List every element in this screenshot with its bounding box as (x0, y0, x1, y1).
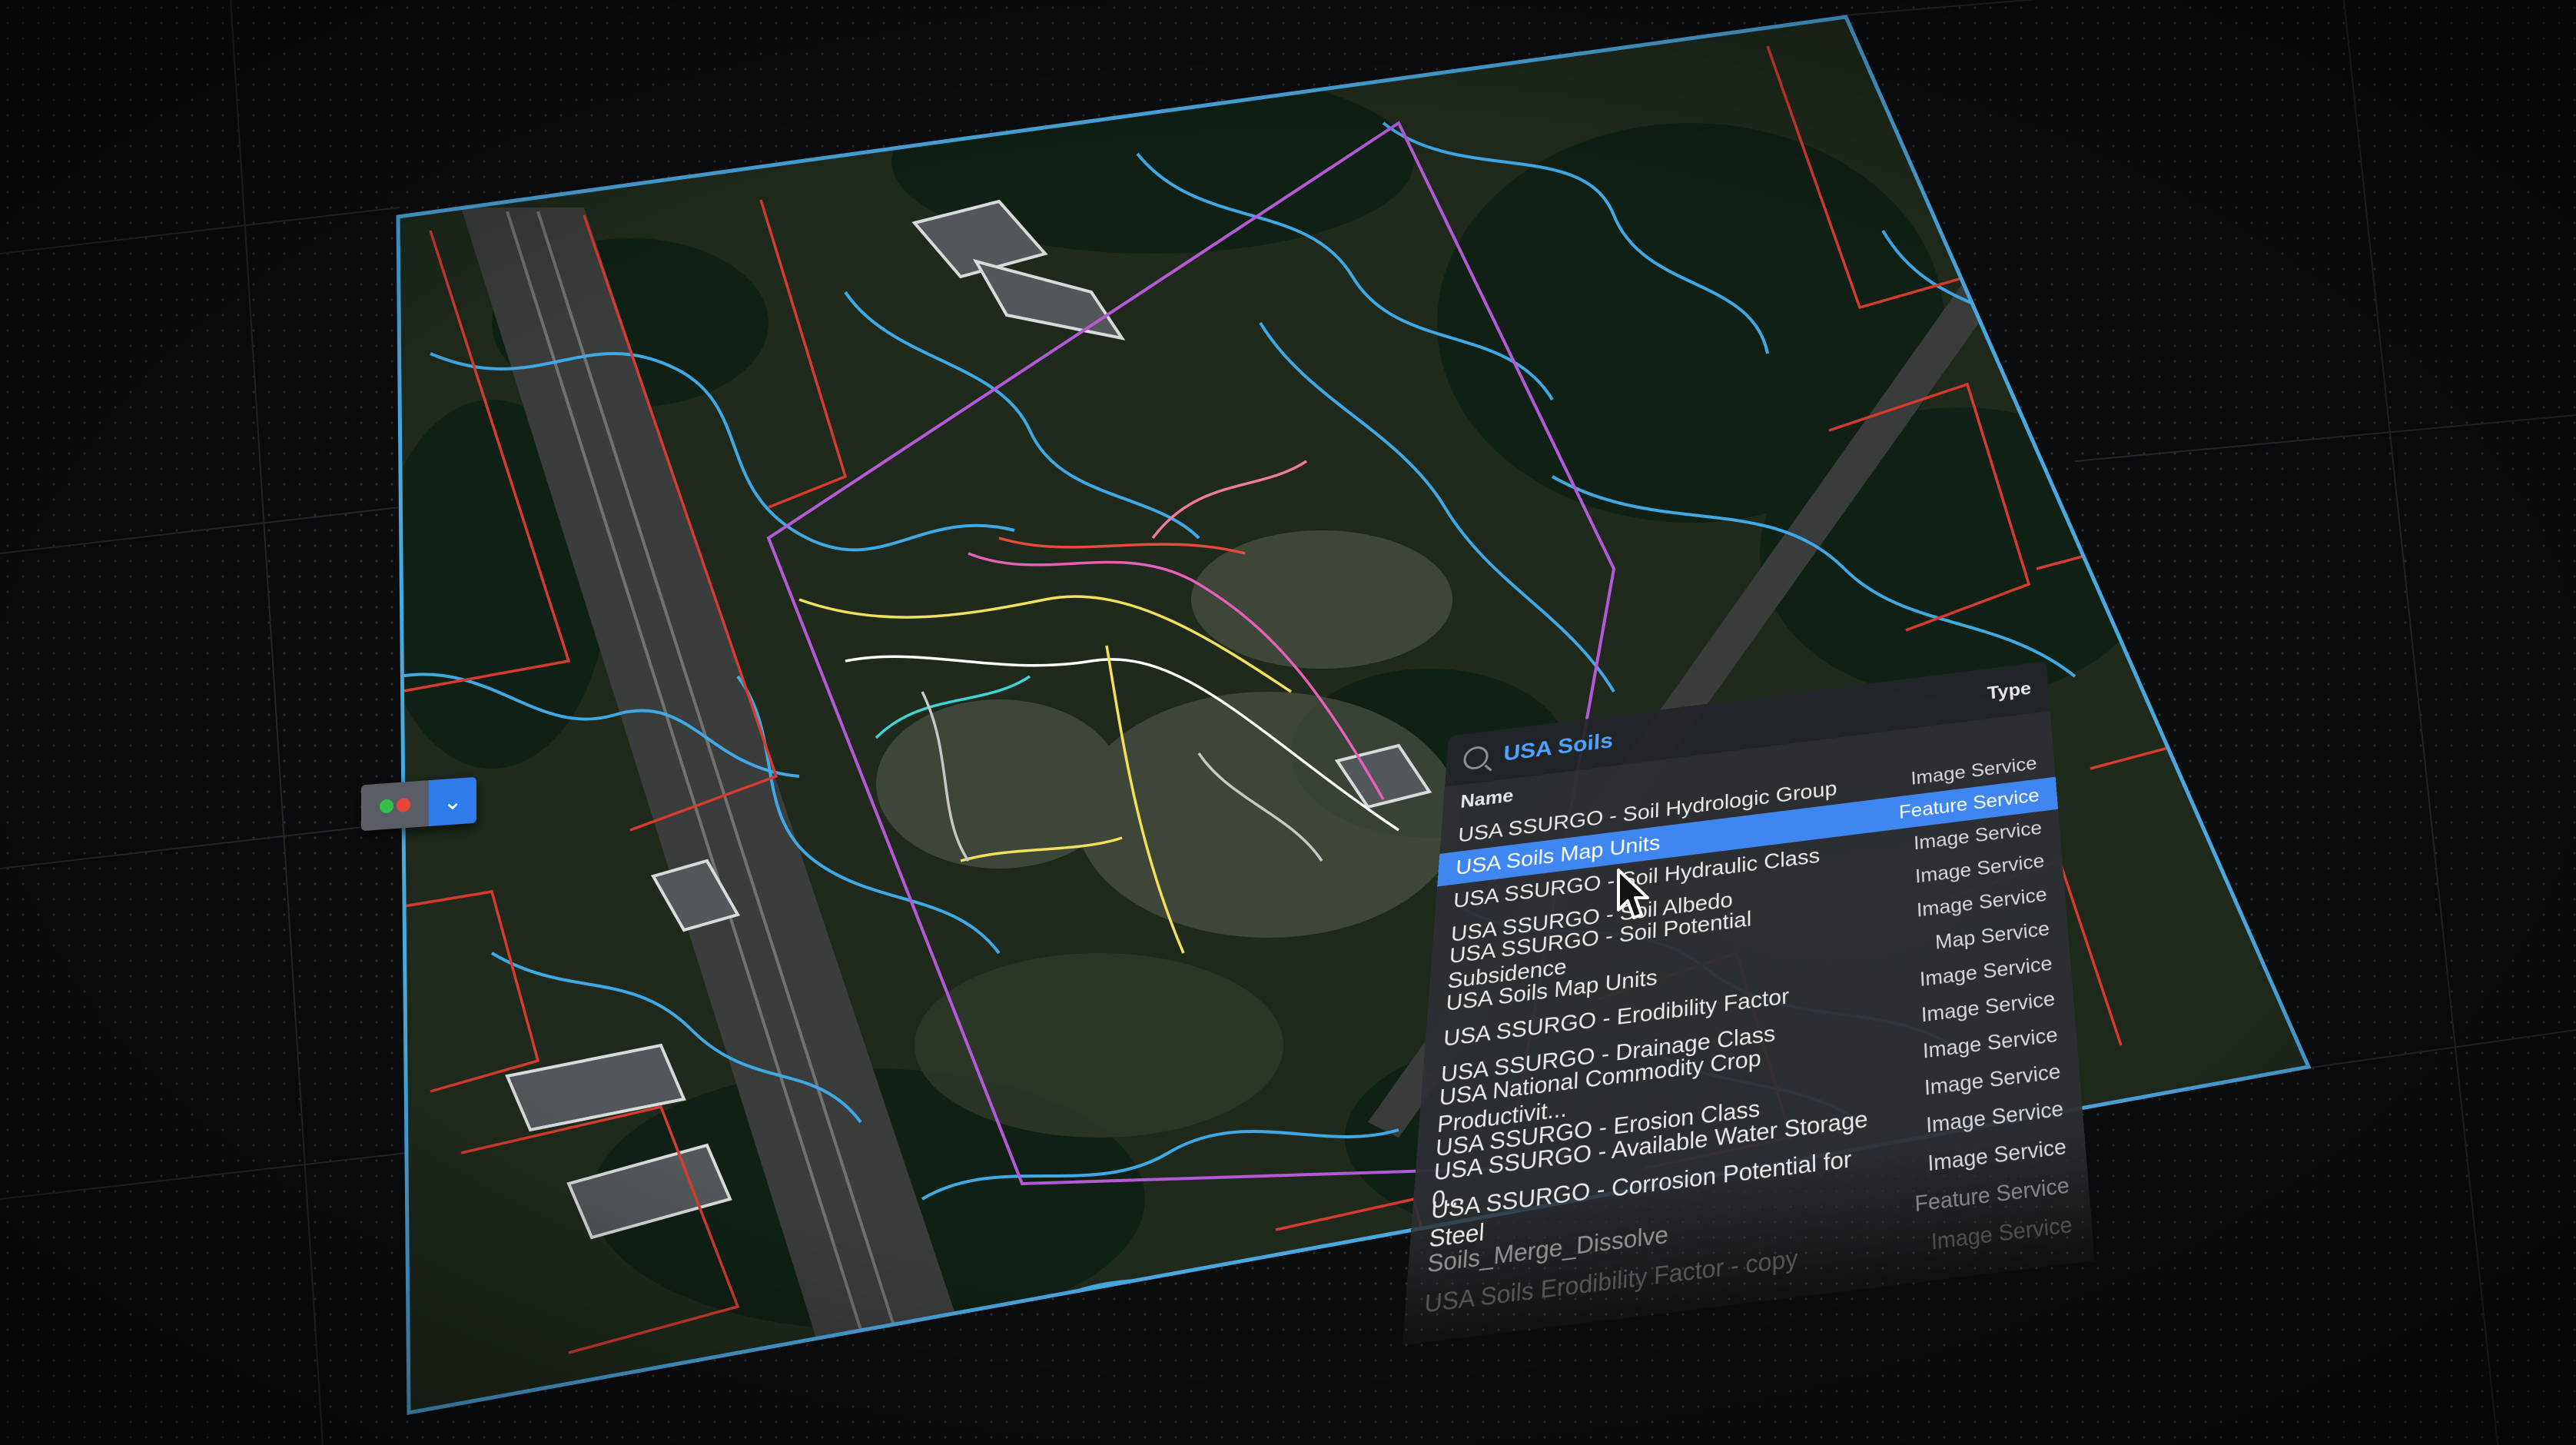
chevron-down-icon[interactable]: ⌄ (429, 776, 476, 827)
symbol-style-picker[interactable]: ⌄ (361, 776, 476, 832)
results-list[interactable]: Name USA SSURGO - Soil Hydrologic Group I… (1402, 711, 2095, 1346)
green-dot-icon (380, 799, 393, 814)
results-rows: USA SSURGO - Soil Hydrologic Group Image … (1404, 746, 2093, 1327)
column-header-name[interactable]: Name (1460, 785, 1515, 812)
search-icon (1462, 745, 1489, 771)
vignette (0, 0, 2576, 1445)
map-scene (0, 0, 2576, 1445)
red-dot-icon (397, 797, 410, 813)
mouse-pointer-icon (1617, 869, 1649, 919)
style-swatch[interactable] (361, 780, 429, 832)
layer-search-panel[interactable]: Type Name USA SSURGO - Soil Hydrologic G… (1402, 661, 2095, 1346)
